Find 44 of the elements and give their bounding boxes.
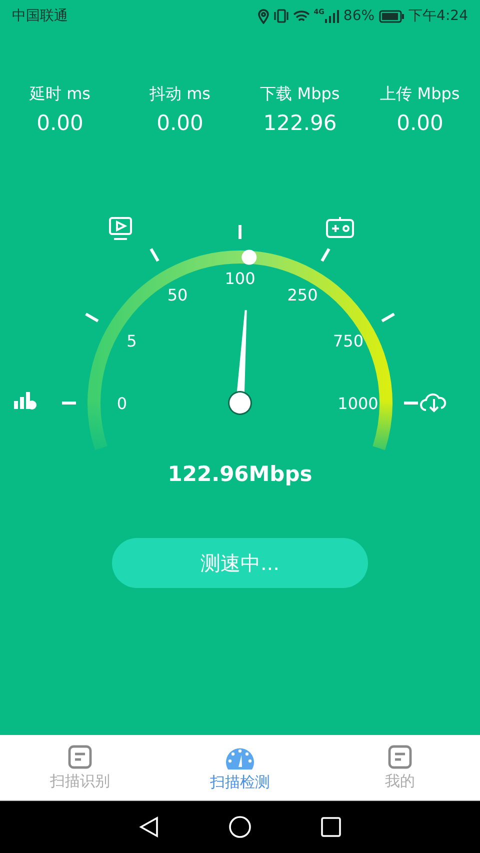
scale-label: 5	[126, 332, 137, 350]
metric-value: 0.00	[36, 111, 84, 135]
gauge-tick	[62, 402, 76, 404]
metric-label: 延时 ms	[29, 84, 90, 105]
metric-label: 抖动 ms	[149, 84, 210, 105]
gauge-tick	[85, 312, 99, 322]
scale-label: 250	[287, 286, 318, 305]
scale-label: 0	[116, 394, 128, 413]
wifi-icon	[292, 10, 310, 22]
gauge-tick	[320, 248, 330, 262]
vibrate-icon	[272, 9, 289, 23]
battery-icon	[378, 10, 405, 22]
carrier-name: 中国联通	[12, 7, 68, 25]
back-icon[interactable]	[139, 816, 159, 838]
home-icon[interactable]	[229, 816, 251, 838]
scale-label: 750	[332, 332, 364, 350]
signal-bars-icon	[14, 392, 36, 410]
metric-label: 上传 Mbps	[380, 84, 460, 105]
gauge-tick	[238, 225, 242, 239]
speed-test-button[interactable]: 测速中...	[112, 538, 368, 588]
metric-value: 122.96	[263, 111, 337, 135]
clock-time: 下午4:24	[408, 7, 468, 25]
nav-tab[interactable]: 我的	[320, 735, 480, 800]
recents-icon[interactable]	[321, 817, 341, 837]
gauge-tick	[404, 402, 418, 404]
document-icon	[68, 744, 92, 768]
metric-value: 0.00	[156, 111, 204, 135]
signal-icon	[325, 10, 340, 22]
scale-label: 1000	[338, 394, 378, 413]
gamepad-icon	[326, 217, 354, 238]
cloud-download-icon	[420, 393, 446, 412]
scale-label: 50	[167, 286, 188, 305]
nav-tab[interactable]: 扫描检测	[160, 735, 320, 800]
battery-percent: 86%	[343, 8, 375, 24]
gauge-tick	[150, 248, 160, 262]
nav-tab[interactable]: 扫描识别	[0, 735, 160, 800]
metric-value: 0.00	[396, 111, 444, 135]
scale-label: 100	[224, 269, 256, 288]
gauge-tick	[381, 312, 395, 322]
location-icon	[258, 8, 269, 24]
speed-reading: 122.96Mbps	[168, 462, 312, 486]
metric-label: 下载 Mbps	[260, 84, 340, 105]
document-icon	[388, 744, 412, 768]
tv-play-icon	[109, 217, 132, 240]
